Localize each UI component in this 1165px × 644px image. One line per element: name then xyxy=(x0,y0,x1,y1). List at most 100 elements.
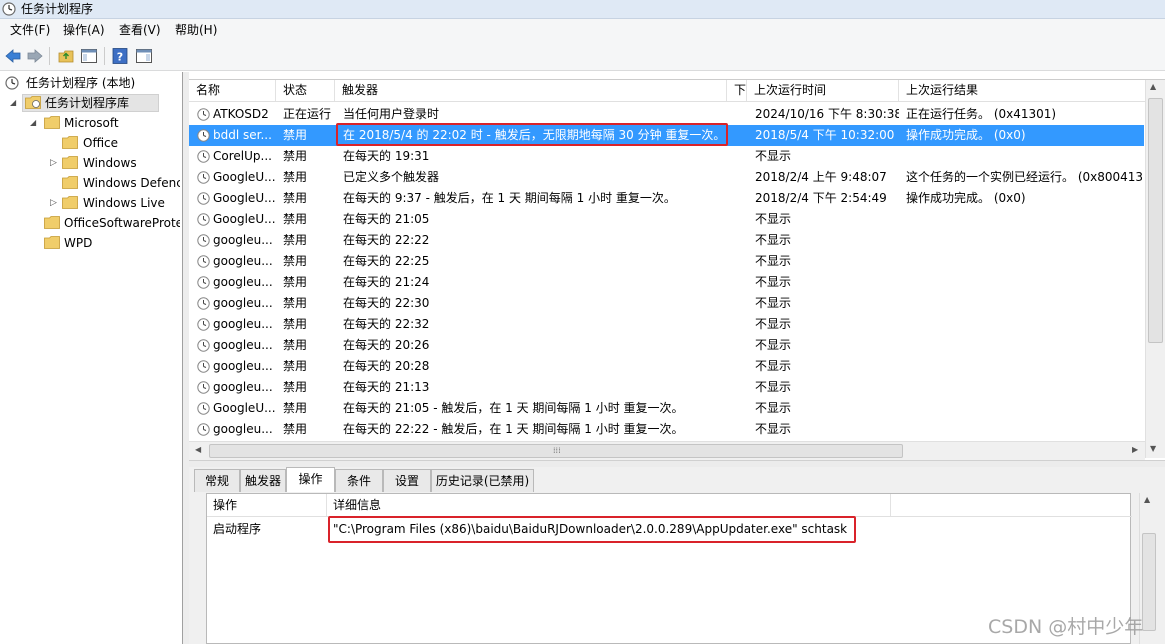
tree-item-label: Microsoft xyxy=(64,116,119,130)
help-icon[interactable]: ? xyxy=(111,47,129,65)
task-last-run-time: 不显示 xyxy=(755,317,792,331)
task-row[interactable]: googleu... 禁用 在每天的 21:13 不显示 xyxy=(189,377,1144,398)
scroll-up-arrow-icon[interactable]: ▲ xyxy=(1144,495,1150,504)
folder-icon xyxy=(62,136,78,149)
task-row[interactable]: GoogleU... 禁用 在每天的 9:37 - 触发后，在 1 天 期间每隔 1… xyxy=(189,188,1144,209)
scroll-thumb[interactable]: ⁞⁞⁞ xyxy=(209,444,903,458)
scroll-right-arrow-icon[interactable]: ▶ xyxy=(1132,445,1138,454)
scroll-left-arrow-icon[interactable]: ◀ xyxy=(195,445,201,454)
tree-item-label: 任务计划程序库 xyxy=(45,96,130,110)
tree-item-windows-defender[interactable]: Windows Defenc xyxy=(50,174,180,192)
task-clock-icon xyxy=(197,234,210,247)
task-status: 禁用 xyxy=(283,233,308,247)
tab-actions[interactable]: 操作 xyxy=(286,467,335,492)
folder-clock-icon xyxy=(25,96,41,109)
expanded-triangle-icon[interactable]: ◢ xyxy=(10,94,16,112)
task-status: 禁用 xyxy=(283,212,308,226)
expanded-triangle-icon[interactable]: ◢ xyxy=(30,114,36,132)
menu-file[interactable]: 文件(F) xyxy=(10,23,50,37)
task-clock-icon xyxy=(197,423,210,436)
column-header-name[interactable]: 名称 xyxy=(189,80,276,101)
collapsed-triangle-icon[interactable]: ▷ xyxy=(50,154,57,172)
tab-conditions[interactable]: 条件 xyxy=(335,469,383,492)
task-last-run-time: 不显示 xyxy=(755,401,792,415)
task-last-run-time: 2018/2/4 下午 2:54:49 xyxy=(755,191,887,205)
forward-arrow-icon[interactable] xyxy=(26,47,44,65)
scroll-thumb[interactable] xyxy=(1148,98,1163,343)
task-last-run-result: 操作成功完成。 (0x0) xyxy=(906,128,1026,142)
task-list-vertical-scrollbar[interactable]: ▲ ▼ xyxy=(1145,80,1165,458)
tree-item-office[interactable]: Office xyxy=(50,134,180,152)
task-row[interactable]: GoogleU... 禁用 已定义多个触发器 2018/2/4 上午 9:48:07 这… xyxy=(189,167,1144,188)
menu-help[interactable]: 帮助(H) xyxy=(175,23,217,37)
tree-item-wpd[interactable]: WPD xyxy=(30,234,180,252)
task-row[interactable]: CorelUp... 禁用 在每天的 19:31 不显示 xyxy=(189,146,1144,167)
show-hide-console-tree-icon[interactable] xyxy=(80,47,98,65)
task-row[interactable]: googleu... 禁用 在每天的 22:22 - 触发后，在 1 天 期间每隔 … xyxy=(189,419,1144,440)
task-trigger: 已定义多个触发器 xyxy=(343,170,440,184)
menu-bar: 文件(F) 操作(A) 查看(V) 帮助(H) xyxy=(0,19,1165,41)
task-row[interactable]: GoogleU... 禁用 在每天的 21:05 - 触发后，在 1 天 期间每隔 … xyxy=(189,398,1144,419)
tree-item-label: WPD xyxy=(64,236,93,250)
task-name: GoogleU... xyxy=(213,191,275,205)
tab-history[interactable]: 历史记录(已禁用) xyxy=(431,469,534,492)
task-last-run-time: 2024/10/16 下午 8:30:38 xyxy=(755,107,899,121)
task-clock-icon xyxy=(197,318,210,331)
task-status: 正在运行 xyxy=(283,107,332,121)
tab-triggers[interactable]: 触发器 xyxy=(240,469,286,492)
task-name: googleu... xyxy=(213,254,273,268)
horizontal-splitter[interactable] xyxy=(189,460,1165,467)
up-folder-icon[interactable] xyxy=(57,47,75,65)
tab-general[interactable]: 常规 xyxy=(194,469,240,492)
tree-item-windows[interactable]: ▷ Windows xyxy=(50,154,180,172)
task-status: 禁用 xyxy=(283,317,308,331)
tree-item-task-scheduler-local[interactable]: 任务计划程序 (本地) xyxy=(4,74,179,92)
task-row[interactable]: googleu... 禁用 在每天的 22:30 不显示 xyxy=(189,293,1144,314)
task-row[interactable]: ATKOSD2 正在运行 当任何用户登录时 2024/10/16 下午 8:30:38… xyxy=(189,104,1144,125)
task-status: 禁用 xyxy=(283,380,308,394)
scroll-up-arrow-icon[interactable]: ▲ xyxy=(1150,82,1156,91)
tree-item-microsoft[interactable]: ◢ Microsoft xyxy=(30,114,180,132)
scroll-down-arrow-icon[interactable]: ▼ xyxy=(1150,444,1156,453)
show-hide-action-pane-icon[interactable] xyxy=(135,47,153,65)
task-clock-icon xyxy=(197,129,210,142)
tree-item-task-scheduler-library[interactable]: ◢ 任务计划程序库 xyxy=(10,94,180,112)
column-header-action[interactable]: 操作 xyxy=(207,494,327,516)
task-row[interactable]: googleu... 禁用 在每天的 20:26 不显示 xyxy=(189,335,1144,356)
task-row[interactable]: googleu... 禁用 在每天的 22:25 不显示 xyxy=(189,251,1144,272)
column-header-details[interactable]: 详细信息 xyxy=(327,494,891,516)
task-name: GoogleU... xyxy=(213,170,275,184)
column-header-next-run[interactable]: 下 xyxy=(727,80,747,101)
task-last-run-time: 不显示 xyxy=(755,296,792,310)
column-header-last-run-result[interactable]: 上次运行结果 xyxy=(899,80,1165,101)
watermark: CSDN @村中少年 xyxy=(988,616,1144,638)
task-last-run-result: 正在运行任务。 (0x41301) xyxy=(906,107,1057,121)
task-row[interactable]: googleu... 禁用 在每天的 22:22 不显示 xyxy=(189,230,1144,251)
column-header-last-run-time[interactable]: 上次运行时间 xyxy=(747,80,899,101)
column-header-trigger[interactable]: 触发器 xyxy=(335,80,727,101)
task-row[interactable]: GoogleU... 禁用 在每天的 21:05 不显示 xyxy=(189,209,1144,230)
action-type[interactable]: 启动程序 xyxy=(213,518,261,540)
task-row[interactable]: googleu... 禁用 在每天的 21:24 不显示 xyxy=(189,272,1144,293)
column-header-status[interactable]: 状态 xyxy=(276,80,335,101)
task-row[interactable]: googleu... 禁用 在每天的 20:28 不显示 xyxy=(189,356,1144,377)
tree-item-officesoftwareprotection[interactable]: OfficeSoftwareProte xyxy=(30,214,180,232)
toolbar-separator xyxy=(49,47,50,65)
tree-item-label: 任务计划程序 (本地) xyxy=(26,76,136,90)
task-list-horizontal-scrollbar[interactable]: ◀ ⁞⁞⁞ ▶ xyxy=(189,441,1145,460)
task-status: 禁用 xyxy=(283,191,308,205)
task-clock-icon xyxy=(197,339,210,352)
scroll-thumb[interactable] xyxy=(1142,533,1156,631)
task-name: GoogleU... xyxy=(213,212,275,226)
tree-item-windows-live[interactable]: ▷ Windows Live xyxy=(50,194,180,212)
task-status: 禁用 xyxy=(283,254,308,268)
task-trigger: 在每天的 19:31 xyxy=(343,149,430,163)
back-arrow-icon[interactable] xyxy=(4,47,22,65)
task-row[interactable]: googleu... 禁用 在每天的 22:32 不显示 xyxy=(189,314,1144,335)
folder-icon xyxy=(44,216,60,229)
menu-view[interactable]: 查看(V) xyxy=(119,23,161,37)
tab-settings[interactable]: 设置 xyxy=(383,469,431,492)
menu-action[interactable]: 操作(A) xyxy=(63,23,105,37)
task-name: googleu... xyxy=(213,338,273,352)
collapsed-triangle-icon[interactable]: ▷ xyxy=(50,194,57,212)
